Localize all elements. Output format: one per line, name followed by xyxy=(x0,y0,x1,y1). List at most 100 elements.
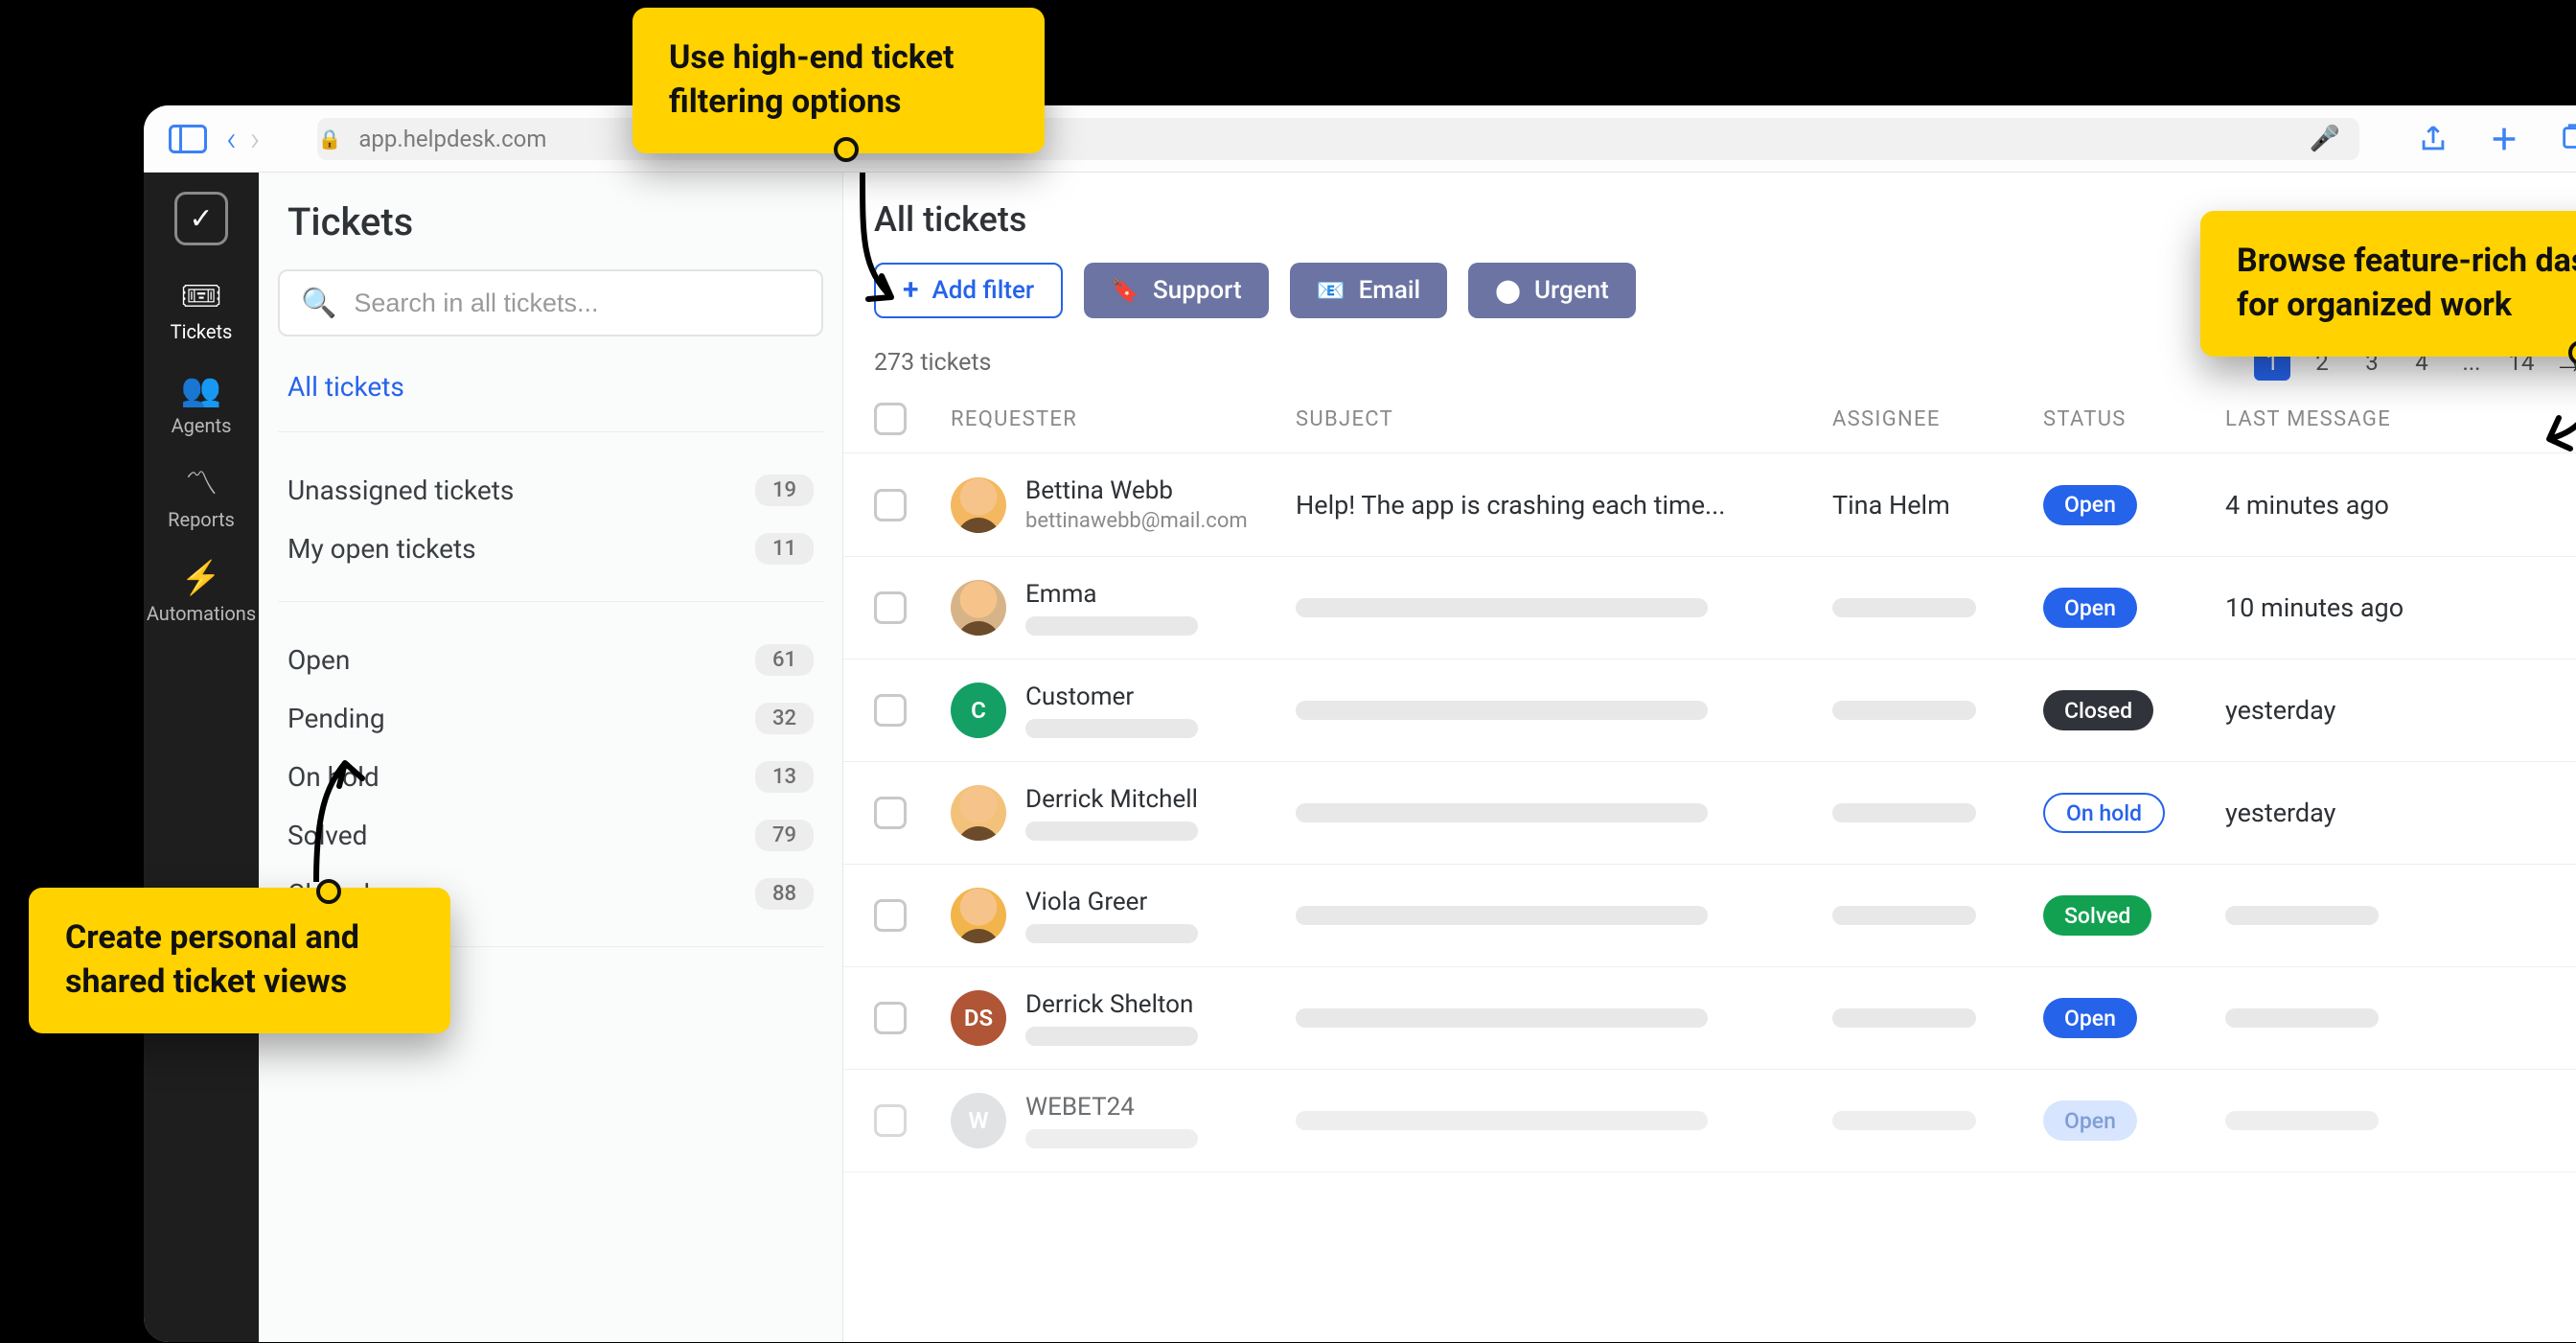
callout-dashboard: Browse feature-rich dashboard for organi… xyxy=(2200,211,2576,357)
col-subject[interactable]: SUBJECT xyxy=(1296,407,1832,431)
nav-back-button[interactable]: ‹ xyxy=(226,119,237,159)
placeholder xyxy=(1296,1008,1708,1028)
callout-text: filtering options xyxy=(669,81,1008,125)
callout-arrow xyxy=(288,748,402,891)
mic-icon[interactable]: 🎤 xyxy=(2310,125,2340,153)
placeholder xyxy=(1025,616,1198,636)
callout-text: for organized work xyxy=(2237,284,2576,328)
share-icon[interactable] xyxy=(2417,123,2450,155)
ticket-row[interactable]: EmmaOpen10 minutes ago xyxy=(843,557,2576,660)
ticket-count: 273 tickets xyxy=(874,349,991,377)
search-box[interactable]: 🔍 xyxy=(278,269,823,336)
ticket-row[interactable]: DSDerrick SheltonOpen xyxy=(843,967,2576,1070)
row-checkbox[interactable] xyxy=(874,1104,907,1137)
row-checkbox[interactable] xyxy=(874,1002,907,1034)
requester-name: WEBET24 xyxy=(1025,1093,1198,1122)
avatar xyxy=(951,580,1006,636)
placeholder xyxy=(2225,1111,2379,1130)
address-bar[interactable]: 🔒 app.helpdesk.com 🎤 xyxy=(317,118,2359,160)
app-logo[interactable]: ✓ xyxy=(174,192,228,245)
status-badge: Open xyxy=(2043,485,2137,525)
rail-item-reports[interactable]: 〽 Reports xyxy=(144,451,259,544)
new-tab-icon[interactable] xyxy=(2488,123,2520,155)
col-assignee[interactable]: ASSIGNEE xyxy=(1832,407,2043,431)
rail-label: Agents xyxy=(172,414,232,437)
sidebar-toggle-icon[interactable] xyxy=(169,125,207,153)
placeholder xyxy=(1025,924,1198,943)
col-status[interactable]: STATUS xyxy=(2043,407,2225,431)
filter-chip-support[interactable]: 🔖 Support xyxy=(1084,263,1269,318)
placeholder xyxy=(1025,719,1198,738)
filter-chip-email[interactable]: 📧 Email xyxy=(1290,263,1448,318)
automation-icon: ⚡ xyxy=(181,562,221,594)
nav-forward-button[interactable]: › xyxy=(250,119,261,159)
ticket-icon: 🎟 xyxy=(180,280,221,313)
status-badge: Open xyxy=(2043,1100,2137,1141)
view-count: 88 xyxy=(755,878,814,910)
view-count: 32 xyxy=(755,703,814,734)
ticket-row[interactable]: Viola GreerSolved xyxy=(843,865,2576,967)
placeholder xyxy=(1832,598,1976,617)
callout-arrow xyxy=(2530,364,2576,470)
avatar: C xyxy=(951,683,1006,738)
col-lastmsg[interactable]: LAST MESSAGE xyxy=(2225,407,2576,431)
last-message: yesterday xyxy=(2225,798,2576,828)
ticket-row[interactable]: W WEBET24 Open xyxy=(843,1070,2576,1172)
avatar xyxy=(951,785,1006,841)
ticket-row[interactable]: Derrick MitchellOn holdyesterday xyxy=(843,762,2576,865)
requester-email: bettinawebb@mail.com xyxy=(1025,509,1248,533)
row-checkbox[interactable] xyxy=(874,797,907,829)
placeholder xyxy=(1025,822,1198,841)
chip-label: Urgent xyxy=(1534,276,1609,305)
lock-icon: 🔒 xyxy=(317,127,341,151)
placeholder xyxy=(1296,1111,1708,1130)
nav-rail: ✓ 🎟 Tickets 👥 Agents 〽 Reports ⚡ Automat… xyxy=(144,173,259,1342)
table-header: REQUESTER SUBJECT ASSIGNEE STATUS LAST M… xyxy=(843,395,2576,453)
view-count: 61 xyxy=(755,644,814,676)
rail-item-automations[interactable]: ⚡ Automations xyxy=(144,544,259,638)
avatar xyxy=(951,888,1006,943)
row-checkbox[interactable] xyxy=(874,694,907,727)
search-input[interactable] xyxy=(354,289,800,318)
placeholder xyxy=(1832,906,1976,925)
last-message: 4 minutes ago xyxy=(2225,490,2576,521)
view-pending[interactable]: Pending 32 xyxy=(278,689,823,748)
callout-text: Create personal and xyxy=(65,916,414,961)
search-icon: 🔍 xyxy=(301,287,336,320)
view-unassigned[interactable]: Unassigned tickets 19 xyxy=(278,461,823,520)
status-badge: On hold xyxy=(2043,793,2165,833)
callout-arrow xyxy=(824,163,920,326)
placeholder xyxy=(2225,1008,2379,1028)
rail-item-agents[interactable]: 👥 Agents xyxy=(144,357,259,451)
browser-toolbar: ‹ › 🔒 app.helpdesk.com 🎤 xyxy=(144,105,2576,173)
status-badge: Solved xyxy=(2043,895,2151,936)
view-my-open[interactable]: My open tickets 11 xyxy=(278,520,823,578)
select-all-checkbox[interactable] xyxy=(874,403,907,435)
callout-text: shared ticket views xyxy=(65,961,414,1005)
placeholder xyxy=(1025,1129,1198,1148)
view-label: Open xyxy=(288,644,350,676)
rail-item-tickets[interactable]: 🎟 Tickets xyxy=(144,263,259,357)
filter-chip-urgent[interactable]: ⬤ Urgent xyxy=(1468,263,1636,318)
tag-icon: 🔖 xyxy=(1111,277,1139,304)
requester-name: Bettina Webb xyxy=(1025,476,1248,505)
view-label: Pending xyxy=(288,703,385,734)
col-requester[interactable]: REQUESTER xyxy=(951,407,1296,431)
placeholder xyxy=(1832,803,1976,822)
row-checkbox[interactable] xyxy=(874,489,907,521)
chip-label: Support xyxy=(1153,276,1242,305)
callout-views: Create personal and shared ticket views xyxy=(29,888,450,1033)
row-checkbox[interactable] xyxy=(874,899,907,932)
view-count: 11 xyxy=(755,533,814,565)
view-open[interactable]: Open 61 xyxy=(278,631,823,689)
requester-name: Customer xyxy=(1025,683,1198,711)
rail-label: Automations xyxy=(147,602,256,625)
view-all-tickets[interactable]: All tickets xyxy=(278,336,823,432)
placeholder xyxy=(1296,598,1708,617)
last-message: yesterday xyxy=(2225,695,2576,726)
ticket-row[interactable]: Bettina Webbbettinawebb@mail.comHelp! Th… xyxy=(843,453,2576,557)
ticket-row[interactable]: CCustomerClosedyesterday xyxy=(843,660,2576,762)
tabs-icon[interactable] xyxy=(2559,123,2576,155)
row-checkbox[interactable] xyxy=(874,591,907,624)
avatar: W xyxy=(951,1093,1006,1148)
